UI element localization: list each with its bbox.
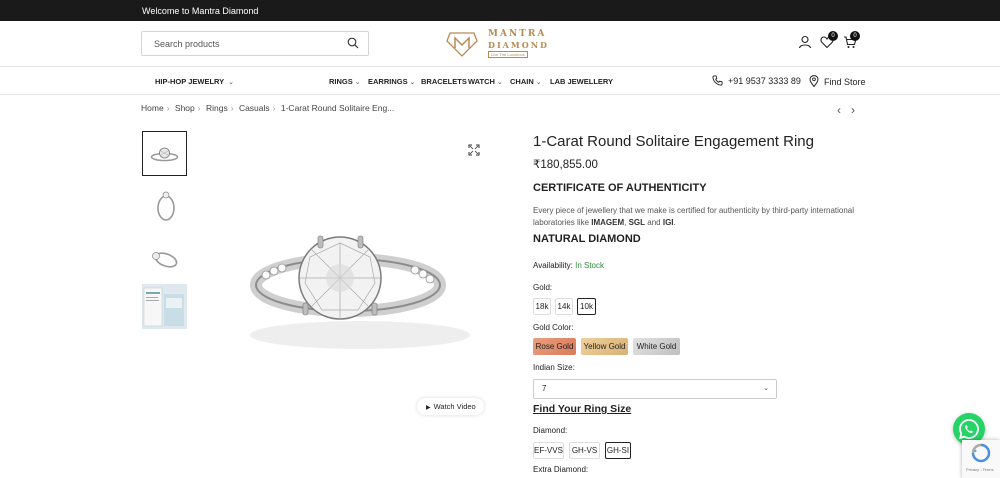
certificate-end: .	[673, 218, 676, 227]
watch-video-button[interactable]: ▶ Watch Video	[417, 398, 484, 415]
watch-video-label: Watch Video	[433, 402, 476, 411]
logo-text-diamond: DIAMOND	[488, 40, 549, 50]
breadcrumb-separator: ›	[230, 103, 234, 113]
nav-watch-label: WATCH	[468, 77, 495, 86]
availability-status: In Stock	[575, 261, 604, 270]
chevron-down-icon: ⌄	[494, 79, 503, 86]
product-main-image[interactable]	[210, 135, 510, 385]
cart-count-badge: 0	[850, 31, 860, 41]
phone-link[interactable]: +91 9537 3333 89	[712, 75, 801, 86]
nav-rings-label: RINGS	[329, 77, 353, 86]
diamond-option-ef-vvs[interactable]: EF-VVS	[533, 442, 564, 459]
nav-chain[interactable]: CHAIN ⌄	[510, 77, 542, 86]
welcome-text: Welcome to Mantra Diamond	[142, 6, 259, 16]
breadcrumb-separator: ›	[166, 103, 170, 113]
ring-tilted-thumbnail	[152, 252, 178, 268]
lab-sep-2: and	[645, 218, 663, 227]
phone-number: +91 9537 3333 89	[728, 76, 801, 86]
diamond-label: Diamond:	[533, 426, 568, 435]
lab-imagem: IMAGEM	[591, 218, 625, 227]
nav-bracelets[interactable]: BRACELETS	[421, 77, 467, 86]
breadcrumb-shop[interactable]: Shop	[175, 103, 195, 113]
ring-side-thumbnail	[157, 191, 175, 221]
chevron-down-icon: ⌄	[407, 79, 416, 86]
certificate-heading: CERTIFICATE OF AUTHENTICITY	[533, 182, 707, 194]
nav-watch[interactable]: WATCH ⌄	[468, 77, 503, 86]
lab-sgl: SGL	[628, 218, 646, 227]
ring-front-thumbnail	[150, 147, 179, 162]
lab-igi: IGI	[662, 218, 674, 227]
indian-size-value: 7	[542, 384, 547, 393]
find-ring-size-link[interactable]: Find Your Ring Size	[533, 403, 631, 415]
breadcrumb-separator: ›	[197, 103, 201, 113]
gold-color-rose[interactable]: Rose Gold	[533, 338, 576, 355]
nav-lab-jewellery[interactable]: LAB JEWELLERY	[550, 77, 613, 86]
availability-label: Availability:	[533, 261, 576, 270]
nav-chain-label: CHAIN	[510, 77, 534, 86]
next-product-icon[interactable]: ›	[851, 103, 855, 117]
logo-tagline: Live The Luxurious	[488, 51, 528, 58]
indian-size-label: Indian Size:	[533, 363, 575, 372]
breadcrumb: Home › Shop › Rings › Casuals › 1-Carat Roun…	[141, 103, 394, 113]
nav-earrings-label: EARRINGS	[368, 77, 408, 86]
chevron-down-icon: ⌄	[226, 79, 234, 86]
search-input[interactable]	[154, 32, 344, 55]
gold-option-14k[interactable]: 14k	[555, 298, 573, 315]
breadcrumb-rings[interactable]: Rings	[206, 103, 228, 113]
certificate-thumbnail	[142, 284, 187, 329]
gold-color-yellow[interactable]: Yellow Gold	[581, 338, 628, 355]
play-icon: ▶	[426, 405, 431, 411]
search-box[interactable]	[141, 31, 369, 56]
main-navigation: HIP-HOP JEWELRY ⌄ RINGS ⌄ EARRINGS ⌄ BRA…	[0, 67, 1000, 95]
fullscreen-zoom-icon[interactable]	[468, 144, 480, 156]
announcement-bar: Welcome to Mantra Diamond	[0, 0, 1000, 21]
gold-label: Gold:	[533, 283, 553, 292]
nav-hiphop-jewelry[interactable]: HIP-HOP JEWELRY ⌄	[155, 77, 234, 86]
breadcrumb-casuals[interactable]: Casuals	[239, 103, 270, 113]
gallery-thumbnail-3[interactable]	[142, 236, 187, 281]
site-header: MANTRA DIAMOND Live The Luxurious 0 0	[0, 21, 1000, 67]
location-pin-icon	[809, 75, 819, 88]
gallery-thumbnail-2[interactable]	[142, 184, 187, 229]
nav-hiphop-label: HIP-HOP JEWELRY	[155, 77, 225, 86]
product-price: ₹180,855.00	[533, 159, 598, 171]
diamond-option-gh-vs[interactable]: GH-VS	[569, 442, 600, 459]
gold-color-white[interactable]: White Gold	[633, 338, 680, 355]
find-store-link[interactable]: Find Store	[809, 75, 866, 88]
recaptcha-icon	[971, 443, 991, 463]
logo-diamond-icon	[446, 32, 478, 57]
diamond-option-gh-si[interactable]: GH-SI	[605, 442, 631, 459]
nav-earrings[interactable]: EARRINGS ⌄	[368, 77, 415, 86]
gold-option-18k[interactable]: 18k	[533, 298, 551, 315]
account-icon[interactable]	[798, 35, 812, 49]
indian-size-select[interactable]: 7 ⌄	[533, 379, 777, 399]
phone-icon	[712, 75, 723, 86]
certificate-text: Every piece of jewellery that we make is…	[533, 206, 855, 227]
breadcrumb-current: 1-Carat Round Solitaire Eng...	[280, 103, 395, 113]
chevron-down-icon: ⌄	[533, 79, 542, 86]
natural-diamond-heading: NATURAL DIAMOND	[533, 233, 641, 245]
find-store-label: Find Store	[824, 77, 866, 87]
breadcrumb-home[interactable]: Home	[141, 103, 164, 113]
extra-diamond-label: Extra Diamond:	[533, 465, 589, 474]
prev-product-icon[interactable]: ‹	[837, 103, 841, 117]
recaptcha-badge[interactable]: Privacy - Terms	[962, 440, 1000, 478]
breadcrumb-separator: ›	[272, 103, 276, 113]
certificate-description: Every piece of jewellery that we make is…	[533, 205, 863, 229]
gold-option-10k[interactable]: 10k	[577, 298, 596, 315]
gallery-thumbnail-1[interactable]	[142, 131, 187, 176]
recaptcha-terms[interactable]: Privacy - Terms	[966, 467, 993, 472]
chevron-down-icon: ⌄	[352, 79, 361, 86]
gallery-thumbnail-4[interactable]	[142, 284, 187, 329]
availability: Availability: In Stock	[533, 261, 604, 270]
nav-rings[interactable]: RINGS ⌄	[329, 77, 361, 86]
gold-color-label: Gold Color:	[533, 323, 574, 332]
wishlist-count-badge: 0	[828, 31, 838, 41]
search-icon[interactable]	[347, 37, 359, 49]
product-title: 1-Carat Round Solitaire Engagement Ring	[533, 133, 814, 150]
logo-text-mantra: MANTRA	[488, 29, 547, 39]
chevron-down-icon: ⌄	[763, 385, 769, 392]
site-logo[interactable]: MANTRA DIAMOND Live The Luxurious	[446, 27, 554, 61]
